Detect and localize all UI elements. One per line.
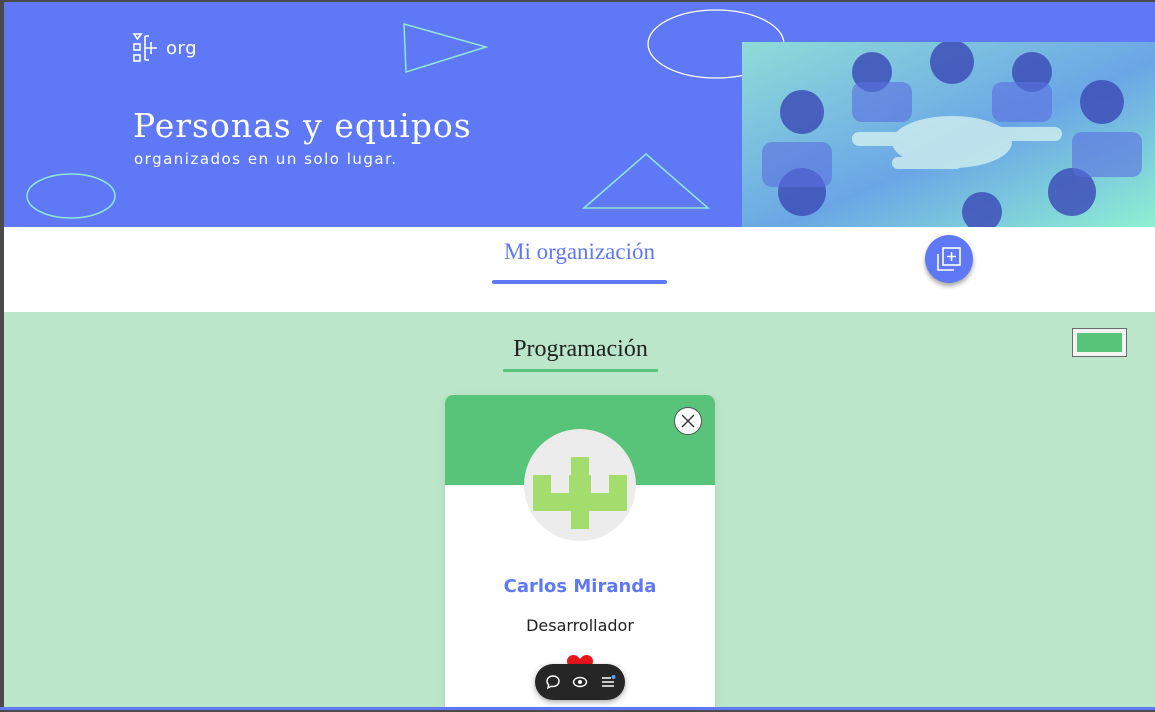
avatar [524,429,636,541]
identicon-avatar [533,457,627,529]
remove-member-button[interactable] [674,407,702,435]
tab-label: Mi organización [504,239,655,264]
team-title-underline [503,369,658,372]
add-team-button[interactable] [925,235,973,283]
member-name[interactable]: Carlos Miranda [445,576,715,597]
menu-button[interactable] [598,672,618,692]
team-color-swatch [1077,333,1122,352]
floating-toolbar [535,664,625,700]
window-bottom-border [0,707,1155,710]
hero-subtitle: organizados en un solo lugar. [134,150,398,168]
active-tab-indicator [492,280,667,284]
close-icon [681,414,695,428]
org-logo[interactable]: org [132,32,197,64]
view-button[interactable] [570,672,590,692]
tab-bar: Mi organización [4,227,1155,312]
member-card: Carlos Miranda Desarrollador [445,395,715,710]
hero-banner: org Personas y equipos organizados en un… [4,2,1155,227]
menu-icon [601,675,615,687]
eye-icon [572,676,588,688]
tab-mi-organizacion[interactable]: Mi organización [492,237,667,284]
member-role: Desarrollador [526,616,634,635]
team-hands-photo [742,42,1155,227]
comment-button[interactable] [543,672,563,692]
logo-text: org [166,37,198,59]
hero-title: Personas y equipos [133,106,472,145]
app-window: org Personas y equipos organizados en un… [4,2,1155,710]
org-logo-icon [132,33,157,62]
add-copy-icon [937,247,961,271]
comment-icon [545,675,560,690]
team-title: Programación [503,334,658,372]
team-color-picker[interactable] [1072,328,1127,357]
team-name: Programación [513,336,648,362]
